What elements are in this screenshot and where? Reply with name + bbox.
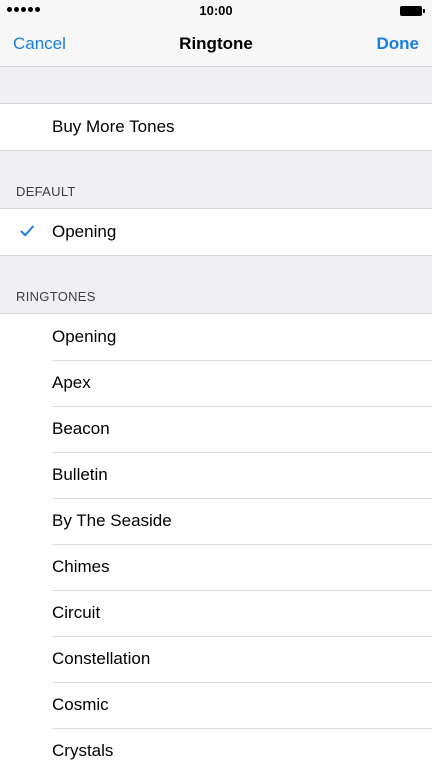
- ringtones-section-header: RINGTONES: [16, 289, 96, 304]
- ringtone-row[interactable]: Crystals: [0, 728, 432, 768]
- buy-more-tones-button[interactable]: Buy More Tones: [0, 104, 432, 150]
- cancel-button[interactable]: Cancel: [13, 34, 66, 54]
- ringtone-row[interactable]: By The Seaside: [0, 498, 432, 544]
- ringtone-row[interactable]: Constellation: [0, 636, 432, 682]
- ringtone-row[interactable]: Apex: [0, 360, 432, 406]
- ringtone-row[interactable]: Chimes: [0, 544, 432, 590]
- top-spacer: [0, 67, 432, 103]
- ringtone-row[interactable]: Cosmic: [0, 682, 432, 728]
- ringtone-label: By The Seaside: [52, 511, 172, 530]
- default-ringtone-label: Opening: [52, 222, 117, 241]
- done-button[interactable]: Done: [377, 34, 420, 54]
- status-bar: 10:00: [0, 0, 432, 22]
- default-section-header: DEFAULT: [16, 184, 76, 199]
- ringtone-label: Chimes: [52, 557, 110, 576]
- ringtone-label: Constellation: [52, 649, 151, 668]
- default-ringtone-row[interactable]: Opening: [0, 209, 432, 255]
- ringtone-screen: 10:00 Cancel Ringtone Done Buy More Tone…: [0, 0, 432, 768]
- ringtone-label: Crystals: [52, 741, 114, 760]
- ringtone-label: Apex: [52, 373, 91, 392]
- ringtone-label: Bulletin: [52, 465, 108, 484]
- battery-icon: [400, 6, 425, 16]
- ringtone-row[interactable]: Bulletin: [0, 452, 432, 498]
- ringtone-row[interactable]: Circuit: [0, 590, 432, 636]
- status-time: 10:00: [199, 3, 233, 18]
- store-group: Buy More Tones: [0, 103, 432, 151]
- ringtone-label: Beacon: [52, 419, 110, 438]
- ringtone-label: Circuit: [52, 603, 101, 622]
- ringtone-label: Cosmic: [52, 695, 109, 714]
- ringtones-group: Opening Apex Beacon Bulletin By The Seas…: [0, 313, 432, 768]
- ringtone-list[interactable]: Buy More Tones DEFAULT Opening RINGTONES…: [0, 67, 432, 768]
- navigation-bar: Cancel Ringtone Done: [0, 22, 432, 67]
- ringtone-label: Opening: [52, 327, 117, 346]
- ringtone-row[interactable]: Beacon: [0, 406, 432, 452]
- buy-more-tones-label: Buy More Tones: [52, 117, 175, 136]
- ringtone-row[interactable]: Opening: [0, 314, 432, 360]
- checkmark-icon: [20, 225, 34, 237]
- default-group: Opening: [0, 208, 432, 256]
